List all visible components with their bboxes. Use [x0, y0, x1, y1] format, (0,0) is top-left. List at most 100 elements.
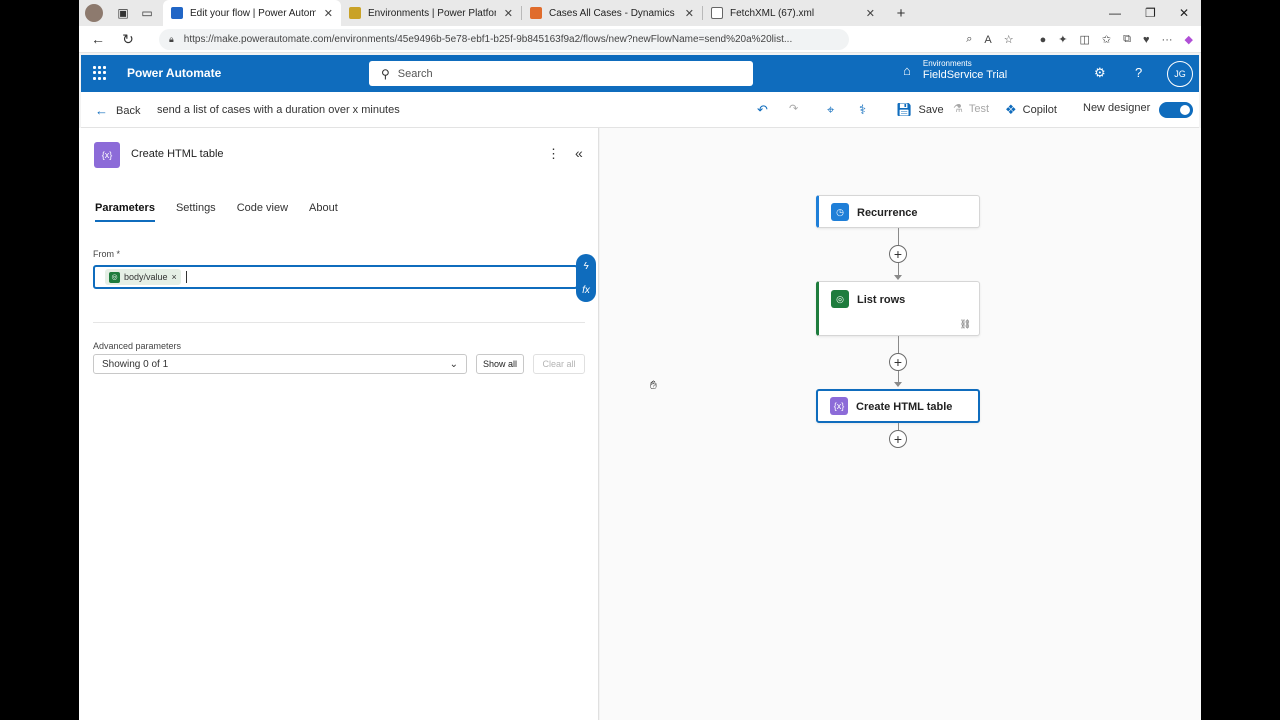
environment-picker[interactable]: ⌂ Environments FieldService Trial: [903, 59, 1007, 82]
back-arrow-icon[interactable]: ←: [83, 31, 113, 47]
browser-profile-avatar[interactable]: [85, 4, 103, 22]
save-icon: 💾︎: [896, 102, 913, 117]
back-button[interactable]: ← Back: [95, 103, 140, 118]
save-button[interactable]: 💾︎ Save: [896, 102, 944, 118]
link-icon: ⛓: [959, 319, 971, 329]
stethoscope-icon: ⚕: [859, 102, 867, 117]
app-title[interactable]: Power Automate: [127, 66, 221, 80]
tab-parameters[interactable]: Parameters: [95, 202, 155, 222]
remove-token-icon[interactable]: ×: [172, 272, 177, 282]
more-icon[interactable]: ···: [1162, 34, 1173, 46]
help-icon[interactable]: ?: [1135, 65, 1142, 80]
flow-checker-button[interactable]: ⌖: [827, 102, 834, 118]
dynamics-favicon-icon: [530, 7, 542, 19]
search-input[interactable]: ⚲ Search: [369, 61, 753, 86]
tab-actions-icon[interactable]: ▭: [135, 2, 159, 24]
refresh-icon[interactable]: ↻: [113, 31, 143, 48]
flow-node-list-rows[interactable]: ◎ List rows ⛓: [816, 281, 980, 336]
redo-button[interactable]: ↷: [789, 102, 798, 115]
browser-essentials-icon[interactable]: ♥: [1143, 34, 1150, 46]
close-window-icon[interactable]: ✕: [1179, 0, 1189, 26]
zoom-icon[interactable]: ⌕: [966, 33, 972, 46]
test-button[interactable]: ⚗ Test: [953, 102, 989, 116]
advanced-parameters-value: Showing 0 of 1: [102, 358, 169, 370]
tab-settings[interactable]: Settings: [176, 202, 216, 222]
puzzle-icon[interactable]: ✦: [1058, 33, 1067, 46]
flow-node-recurrence[interactable]: ◷ Recurrence: [816, 195, 980, 228]
new-tab-icon[interactable]: +: [889, 2, 913, 24]
more-options-icon[interactable]: ⋮: [547, 146, 560, 162]
environment-name: FieldService Trial: [922, 69, 1008, 81]
extension-icon[interactable]: ●: [1040, 34, 1047, 46]
from-input[interactable]: ◎ body/value ×: [93, 265, 578, 289]
expression-fx-icon[interactable]: fx: [582, 285, 590, 296]
text-caret: [185, 271, 187, 283]
show-all-button[interactable]: Show all: [476, 354, 524, 374]
dataverse-icon: ◎: [109, 271, 120, 283]
panel-tabs: Parameters Settings Code view About: [95, 202, 338, 222]
save-label: Save: [918, 104, 944, 116]
panel-title[interactable]: Create HTML table: [131, 148, 224, 160]
flow-name[interactable]: send a list of cases with a duration ove…: [157, 104, 400, 116]
environment-label: Environments: [922, 59, 972, 68]
browser-tab-fetchxml[interactable]: FetchXML (67).xml ✕: [703, 0, 883, 26]
url-text: https://make.powerautomate.com/environme…: [183, 34, 793, 45]
new-designer-toggle[interactable]: [1159, 102, 1193, 118]
close-tab-icon[interactable]: ✕: [504, 7, 513, 20]
user-avatar[interactable]: JG: [1167, 61, 1193, 87]
flow-canvas[interactable]: ◷ Recurrence + ◎ List rows ⛓ + {x} Creat…: [600, 128, 1201, 720]
flow-node-create-html-table[interactable]: {x} Create HTML table: [816, 389, 980, 423]
settings-gear-icon[interactable]: ⚙: [1094, 65, 1106, 81]
test-flask-icon: ⚗: [953, 103, 963, 115]
app-launcher-icon[interactable]: [93, 66, 107, 80]
lightning-icon[interactable]: ϟ: [583, 261, 588, 272]
collapse-panel-icon[interactable]: «: [575, 145, 583, 161]
add-step-plus-icon[interactable]: +: [889, 430, 907, 448]
environment-icon: ⌂: [903, 63, 911, 78]
power-platform-favicon-icon: [349, 7, 361, 19]
copilot-browser-icon[interactable]: ◆: [1185, 33, 1193, 46]
undo-icon: ↶: [757, 102, 768, 117]
read-aloud-icon[interactable]: A: [984, 34, 991, 46]
undo-button[interactable]: ↶: [757, 102, 768, 118]
divider: [93, 322, 585, 323]
redo-icon: ↷: [789, 103, 799, 115]
url-field[interactable]: 🔒︎ https://make.powerautomate.com/enviro…: [159, 29, 849, 50]
lock-icon: 🔒︎: [169, 34, 174, 44]
split-screen-icon[interactable]: ◫: [1080, 33, 1090, 46]
debug-button[interactable]: ⚕: [859, 102, 866, 118]
browser-toolbar: ⌕ A ☆ ● ✦ ◫ ✩ ⧉ ♥ ··· ◆: [966, 26, 1193, 53]
add-step-plus-icon[interactable]: +: [889, 245, 907, 263]
close-tab-icon[interactable]: ✕: [685, 7, 694, 20]
clear-all-button[interactable]: Clear all: [533, 354, 585, 374]
command-bar: ← Back send a list of cases with a durat…: [81, 92, 1199, 128]
copilot-button[interactable]: ❖ Copilot: [1005, 102, 1057, 118]
add-step-plus-icon[interactable]: +: [889, 353, 907, 371]
action-properties-panel: {x} Create HTML table ⋮ « Parameters Set…: [79, 128, 599, 720]
browser-window: ▣ ▭ Edit your flow | Power Automate ✕ En…: [79, 0, 1201, 720]
tab-about[interactable]: About: [309, 202, 338, 222]
collections-icon[interactable]: ⧉: [1123, 33, 1131, 46]
close-tab-icon[interactable]: ✕: [324, 7, 333, 20]
favorites-icon[interactable]: ✩: [1102, 33, 1111, 46]
node-label: Create HTML table: [856, 401, 953, 413]
advanced-parameters-label: Advanced parameters: [93, 341, 182, 351]
minimize-icon[interactable]: —: [1109, 0, 1121, 26]
tab-code-view[interactable]: Code view: [237, 202, 288, 222]
browser-tab-environments[interactable]: Environments | Power Platform ad ✕: [341, 0, 521, 26]
browser-tab-cases[interactable]: Cases All Cases - Dynamics 365 ✕: [522, 0, 702, 26]
search-icon: ⚲: [381, 66, 390, 81]
copilot-icon: ❖: [1005, 102, 1017, 117]
advanced-parameters-dropdown[interactable]: Showing 0 of 1 ⌄: [93, 354, 467, 374]
browser-tab-power-automate[interactable]: Edit your flow | Power Automate ✕: [163, 0, 341, 26]
back-arrow-icon: ←: [95, 103, 108, 118]
hand-cursor-icon: ✋︎: [650, 378, 657, 392]
restore-icon[interactable]: ❐: [1145, 0, 1156, 26]
workspaces-icon[interactable]: ▣: [111, 2, 135, 24]
dynamic-content-token[interactable]: ◎ body/value ×: [105, 269, 181, 285]
node-label: Recurrence: [857, 207, 918, 219]
close-tab-icon[interactable]: ✕: [866, 7, 875, 20]
dataverse-icon: ◎: [831, 290, 849, 308]
search-placeholder: Search: [397, 67, 433, 80]
favorite-star-icon[interactable]: ☆: [1004, 33, 1014, 46]
